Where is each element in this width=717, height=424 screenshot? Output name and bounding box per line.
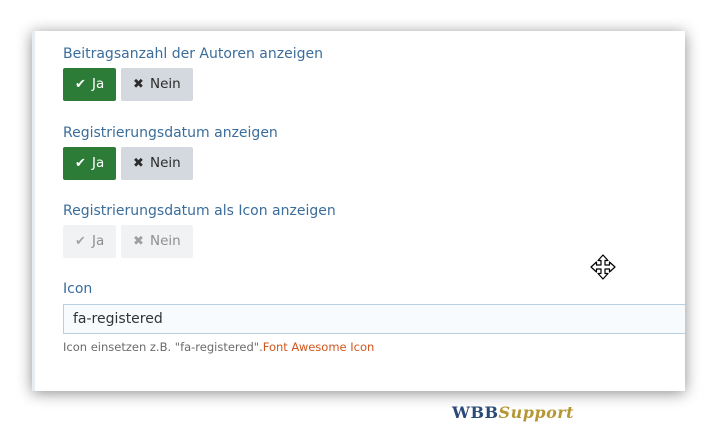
check-icon: ✔ <box>75 156 86 171</box>
reg-date-icon-yes-label: Ja <box>92 233 105 249</box>
check-icon: ✔ <box>75 234 86 249</box>
wbb-support-watermark: WBBSupport <box>452 403 574 422</box>
reg-date-label: Registrierungsdatum anzeigen <box>63 125 278 141</box>
font-awesome-link[interactable]: Font Awesome Icon <box>263 340 375 354</box>
reg-date-yes-label: Ja <box>92 155 105 171</box>
reg-date-icon-setting: Registrierungsdatum als Icon anzeigen ✔ J… <box>63 201 685 258</box>
times-icon: ✖ <box>133 156 144 171</box>
reg-date-yes-button[interactable]: ✔ Ja <box>63 147 116 180</box>
reg-date-no-label: Nein <box>150 155 181 171</box>
reg-date-icon-label: Registrierungsdatum als Icon anzeigen <box>63 203 336 219</box>
times-icon: ✖ <box>133 77 144 92</box>
reg-date-icon-no-label: Nein <box>150 233 181 249</box>
settings-panel: Beitragsanzahl der Autoren anzeigen ✔ Ja … <box>32 31 685 391</box>
author-count-label: Beitragsanzahl der Autoren anzeigen <box>63 46 323 62</box>
watermark-main: WBB <box>452 403 499 422</box>
reg-date-icon-no-button[interactable]: ✖ Nein <box>121 225 193 258</box>
author-count-yes-button[interactable]: ✔ Ja <box>63 68 116 101</box>
move-cursor-icon <box>590 254 616 280</box>
author-count-no-button[interactable]: ✖ Nein <box>121 68 193 101</box>
author-count-setting: Beitragsanzahl der Autoren anzeigen ✔ Ja … <box>63 44 685 101</box>
icon-field-label: Icon <box>63 281 93 297</box>
watermark-accent: Support <box>498 403 575 422</box>
icon-help-text: Icon einsetzen z.B. "fa-registered".Font… <box>63 340 374 354</box>
icon-input[interactable] <box>63 304 685 334</box>
author-count-yes-label: Ja <box>92 76 105 92</box>
reg-date-no-button[interactable]: ✖ Nein <box>121 147 193 180</box>
times-icon: ✖ <box>133 234 144 249</box>
check-icon: ✔ <box>75 77 86 92</box>
icon-help-prefix: Icon einsetzen z.B. "fa-registered". <box>63 340 263 354</box>
reg-date-icon-yes-button[interactable]: ✔ Ja <box>63 225 116 258</box>
author-count-no-label: Nein <box>150 76 181 92</box>
reg-date-setting: Registrierungsdatum anzeigen ✔ Ja ✖ Nein <box>63 123 685 180</box>
